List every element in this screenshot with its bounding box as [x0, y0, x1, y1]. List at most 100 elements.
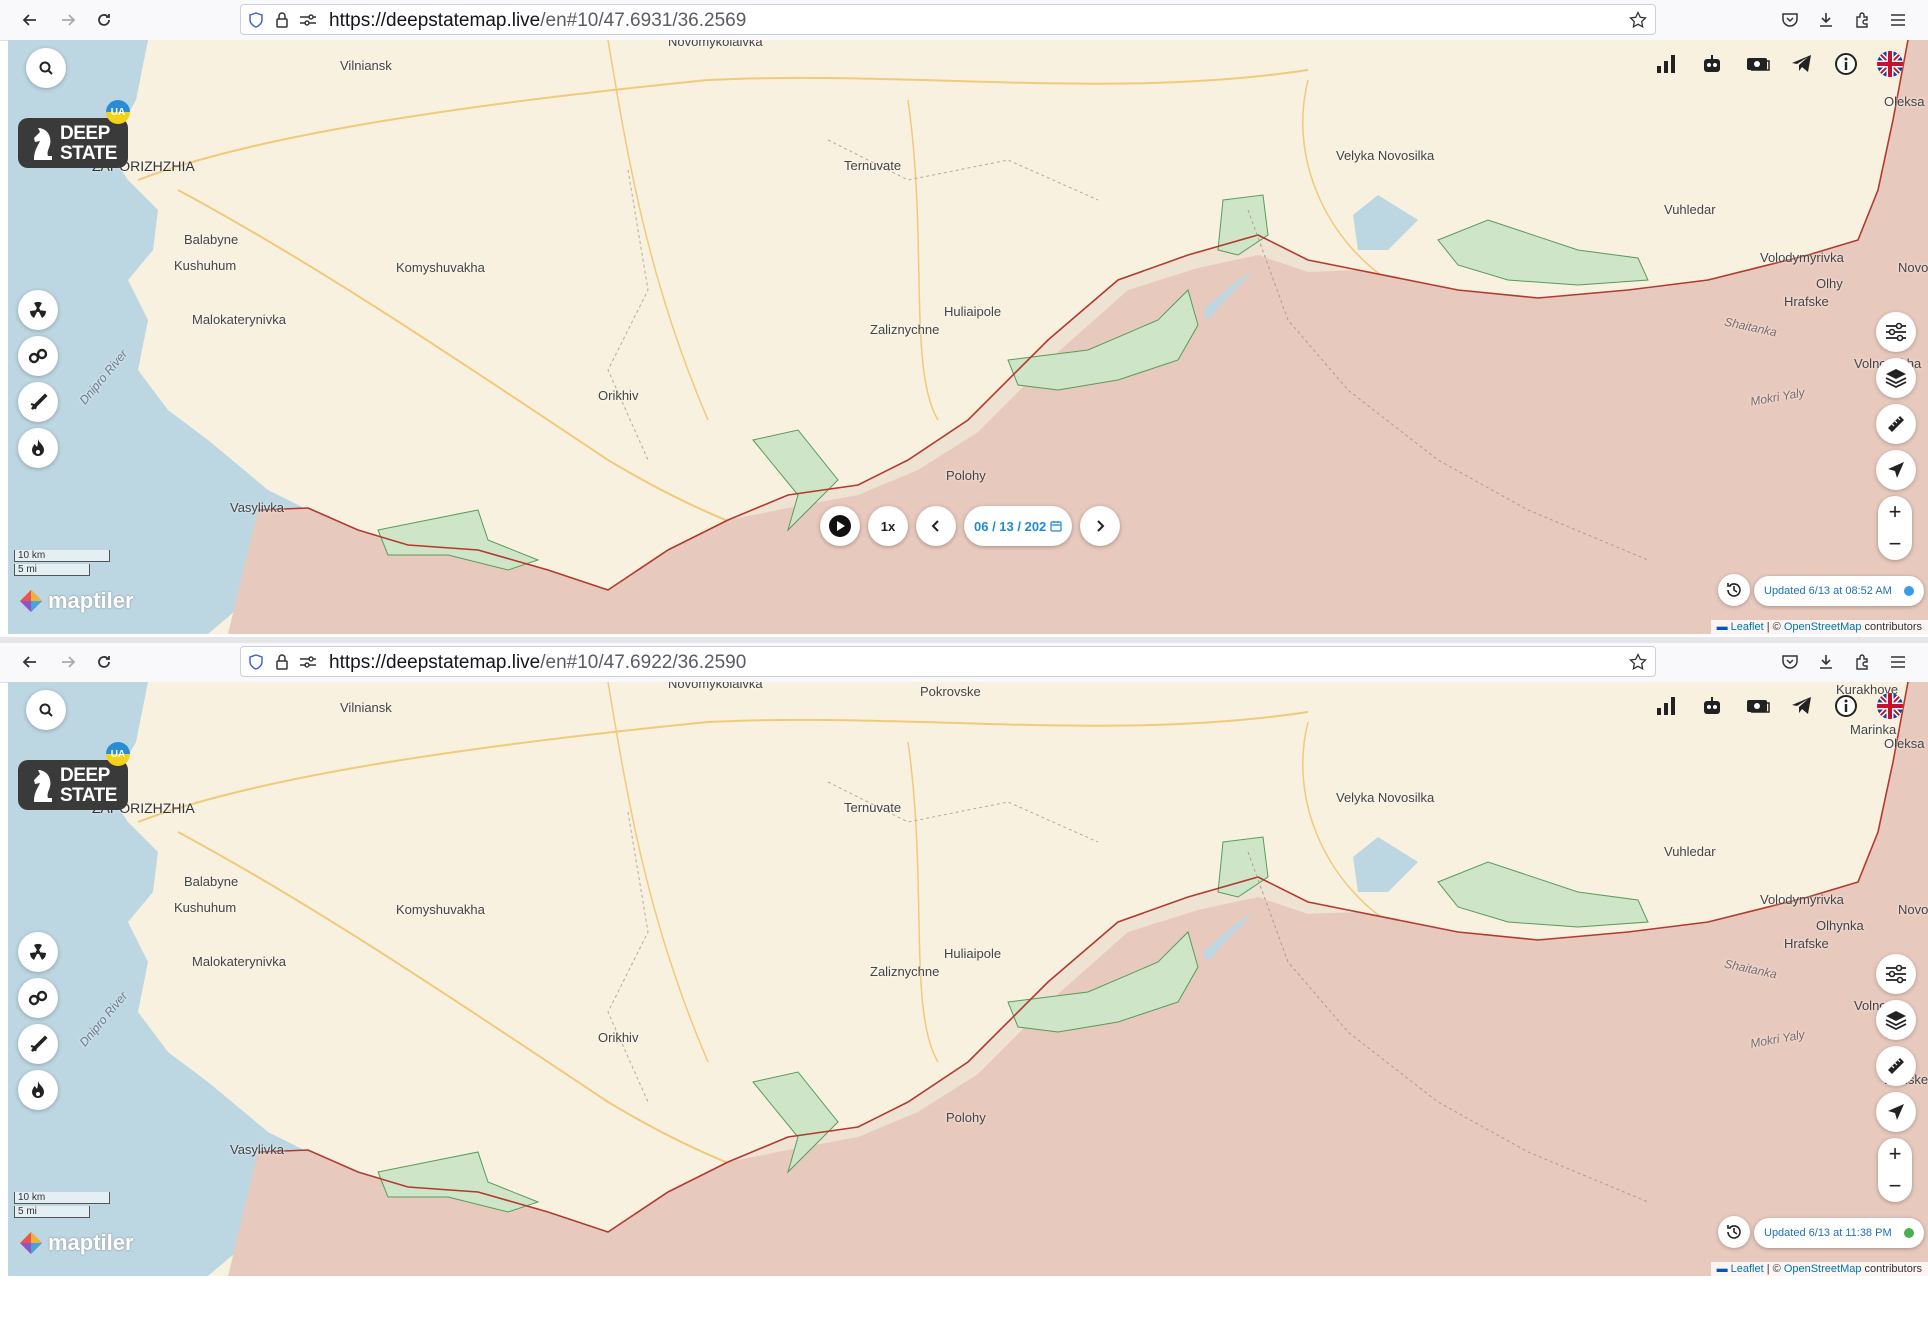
history-button[interactable]	[1718, 574, 1750, 606]
url-bar[interactable]: https://deepstatemap.live/en#10/47.6922/…	[240, 646, 1656, 677]
zoom-control: + −	[1878, 496, 1912, 560]
reload-icon[interactable]	[92, 8, 116, 32]
lock-icon[interactable]	[273, 11, 291, 29]
ruler-button[interactable]	[1876, 1046, 1916, 1086]
download-icon[interactable]	[1814, 8, 1838, 32]
fire-button[interactable]	[18, 1070, 58, 1110]
locate-button[interactable]	[1876, 450, 1916, 490]
history-button[interactable]	[1718, 1216, 1750, 1248]
maptiler-logo[interactable]: maptiler	[18, 1230, 134, 1256]
handcuffs-button[interactable]	[18, 336, 58, 376]
bot-icon[interactable]	[1692, 44, 1732, 84]
radiation-button[interactable]	[18, 932, 58, 972]
map-canvas[interactable]: Novomykolaivka Pokrovske Kurakhove Marin…	[8, 682, 1928, 1276]
maptiler-logo[interactable]: maptiler	[18, 588, 134, 614]
attribution-contrib: contributors	[1861, 1263, 1922, 1275]
osm-link[interactable]: OpenStreetMap	[1784, 621, 1862, 633]
layers-button[interactable]	[1876, 1000, 1916, 1040]
handcuffs-button[interactable]	[18, 978, 58, 1018]
scale-km: 10 km	[14, 1192, 110, 1204]
pocket-icon[interactable]	[1778, 8, 1802, 32]
updated-badge[interactable]: Updated 6/13 at 08:52 AM	[1754, 576, 1924, 606]
map-base-layer	[8, 682, 1928, 1276]
telegram-icon[interactable]	[1782, 44, 1822, 84]
leaflet-link[interactable]: Leaflet	[1731, 621, 1764, 633]
missile-button[interactable]	[18, 1024, 58, 1064]
label-vuhledar: Vuhledar	[1664, 844, 1716, 859]
bookmark-star-icon[interactable]	[1629, 653, 1647, 671]
shield-icon[interactable]	[247, 11, 265, 29]
uk-flag-icon[interactable]	[1870, 686, 1910, 726]
info-icon[interactable]	[1826, 44, 1866, 84]
missile-button[interactable]	[18, 382, 58, 422]
donate-icon[interactable]	[1738, 44, 1778, 84]
maptiler-icon	[20, 590, 42, 612]
locate-icon	[1888, 462, 1904, 478]
speed-button[interactable]: 1x	[868, 506, 908, 546]
deepstate-logo[interactable]: DEEP STATE	[18, 118, 128, 168]
filter-button[interactable]	[1876, 954, 1916, 994]
search-button[interactable]	[26, 690, 66, 730]
next-day-button[interactable]	[1080, 506, 1121, 546]
zoom-out-button[interactable]: −	[1878, 528, 1912, 560]
radiation-button[interactable]	[18, 290, 58, 330]
history-icon	[1727, 1225, 1741, 1239]
label-novo: Novo	[1898, 902, 1928, 917]
locate-button[interactable]	[1876, 1092, 1916, 1132]
pocket-icon[interactable]	[1778, 650, 1802, 674]
label-hrafske: Hrafske	[1784, 294, 1829, 309]
extensions-icon[interactable]	[1850, 650, 1874, 674]
map-attribution: ▬ Leaflet | © OpenStreetMap contributors	[1710, 620, 1928, 634]
bookmark-star-icon[interactable]	[1629, 11, 1647, 29]
chart-icon[interactable]	[1646, 686, 1686, 726]
leaflet-link[interactable]: Leaflet	[1731, 1263, 1764, 1275]
back-icon[interactable]	[18, 650, 42, 674]
lock-icon[interactable]	[273, 653, 291, 671]
zoom-in-button[interactable]: +	[1878, 1138, 1912, 1170]
reload-icon[interactable]	[92, 650, 116, 674]
prev-day-button[interactable]	[916, 506, 956, 546]
zoom-in-button[interactable]: +	[1878, 496, 1912, 528]
label-malokaterynivka: Malokaterynivka	[192, 954, 286, 969]
search-icon	[39, 703, 53, 717]
browser-window: https://deepstatemap.live/en#10/47.6922/…	[0, 642, 1928, 1282]
permissions-icon[interactable]	[299, 653, 317, 671]
zoom-out-button[interactable]: −	[1878, 1170, 1912, 1202]
back-icon[interactable]	[18, 8, 42, 32]
map-canvas[interactable]: Novomykolaivka Oleksa Vilniansk ZAPORIZH…	[8, 40, 1928, 634]
updated-badge[interactable]: Updated 6/13 at 11:38 PM	[1754, 1218, 1924, 1248]
deepstate-logo[interactable]: DEEP STATE	[18, 760, 128, 810]
ruler-button[interactable]	[1876, 404, 1916, 444]
osm-link[interactable]: OpenStreetMap	[1784, 1263, 1862, 1275]
permissions-icon[interactable]	[299, 11, 317, 29]
fire-button[interactable]	[18, 428, 58, 468]
filter-icon	[1886, 322, 1906, 342]
chart-icon[interactable]	[1646, 44, 1686, 84]
date-picker[interactable]: 06 / 13 / 202	[964, 506, 1073, 546]
url-text: https://deepstatemap.live/en#10/47.6922/…	[329, 652, 746, 674]
url-bar[interactable]: https://deepstatemap.live/en#10/47.6931/…	[240, 4, 1656, 35]
label-kushuhum: Kushuhum	[174, 258, 237, 273]
menu-icon[interactable]	[1886, 8, 1910, 32]
zoom-control: + −	[1878, 1138, 1912, 1202]
layers-icon	[1885, 1011, 1907, 1030]
forward-icon[interactable]	[56, 8, 80, 32]
label-malokaterynivka: Malokaterynivka	[192, 312, 286, 327]
download-icon[interactable]	[1814, 650, 1838, 674]
menu-icon[interactable]	[1886, 650, 1910, 674]
forward-icon[interactable]	[56, 650, 80, 674]
play-button[interactable]	[820, 506, 860, 546]
search-button[interactable]	[26, 48, 66, 88]
extensions-icon[interactable]	[1850, 8, 1874, 32]
donate-icon[interactable]	[1738, 686, 1778, 726]
maptiler-text: maptiler	[48, 588, 134, 613]
filter-button[interactable]	[1876, 312, 1916, 352]
layers-button[interactable]	[1876, 358, 1916, 398]
shield-icon[interactable]	[247, 653, 265, 671]
bot-icon[interactable]	[1692, 686, 1732, 726]
label-olkhynka: Olhynka	[1816, 918, 1864, 933]
telegram-icon[interactable]	[1782, 686, 1822, 726]
label-balabyne: Balabyne	[184, 232, 239, 247]
info-icon[interactable]	[1826, 686, 1866, 726]
uk-flag-icon[interactable]	[1870, 44, 1910, 84]
